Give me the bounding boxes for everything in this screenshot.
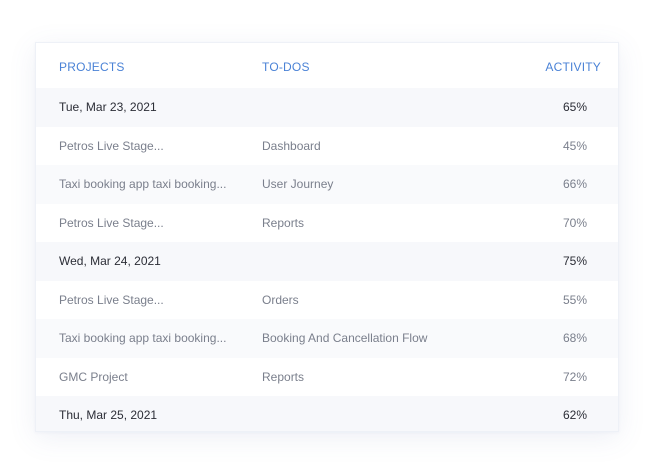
project-name: Taxi booking app taxi booking... [59, 331, 227, 346]
table-row[interactable]: Petros Live Stage... Dashboard 45% [36, 126, 618, 165]
activity-percent: 55% [562, 292, 587, 307]
project-name: Taxi booking app taxi booking... [59, 177, 227, 192]
project-name: GMC Project [59, 369, 128, 384]
column-header-activity[interactable]: ACTIVITY [545, 60, 601, 74]
table-row[interactable]: Petros Live Stage... Orders 55% [36, 280, 618, 319]
activity-percent: 62% [562, 408, 587, 423]
todo-name: User Journey [262, 177, 334, 192]
table-row[interactable]: Taxi booking app taxi booking... Booking … [36, 319, 618, 358]
activity-percent: 72% [562, 369, 587, 384]
date-label: Thu, Mar 25, 2021 [59, 408, 158, 423]
project-name: Petros Live Stage... [59, 292, 164, 307]
table-row[interactable]: GMC Project Reports 72% [36, 357, 618, 396]
todo-name: Orders [262, 292, 299, 307]
todo-name: Booking And Cancellation Flow [262, 331, 428, 346]
column-header-projects[interactable]: PROJECTS [59, 60, 125, 74]
table-row[interactable]: Taxi booking app taxi booking... User Jou… [36, 165, 618, 204]
activity-percent: 65% [562, 100, 587, 115]
todo-name: Reports [262, 215, 305, 230]
todo-name: Reports [262, 369, 305, 384]
todo-name: Dashboard [262, 138, 321, 153]
table-header: PROJECTS TO-DOS ACTIVITY [36, 43, 618, 88]
activity-percent: 66% [562, 177, 587, 192]
activity-table-card: PROJECTS TO-DOS ACTIVITY Tue, Mar 23, 20… [35, 42, 619, 432]
activity-percent: 75% [562, 254, 587, 269]
activity-percent: 70% [562, 215, 587, 230]
project-name: Petros Live Stage... [59, 215, 164, 230]
date-group-row[interactable]: Tue, Mar 23, 2021 65% [36, 88, 618, 127]
date-label: Wed, Mar 24, 2021 [59, 254, 161, 269]
date-group-row[interactable]: Thu, Mar 25, 2021 62% [36, 396, 618, 431]
activity-percent: 68% [562, 331, 587, 346]
activity-percent: 45% [562, 138, 587, 153]
project-name: Petros Live Stage... [59, 138, 164, 153]
table-row[interactable]: Petros Live Stage... Reports 70% [36, 203, 618, 242]
table-body: Tue, Mar 23, 2021 65% Petros Live Stage...… [36, 88, 618, 431]
date-group-row[interactable]: Wed, Mar 24, 2021 75% [36, 242, 618, 281]
column-header-todos[interactable]: TO-DOS [262, 60, 310, 74]
date-label: Tue, Mar 23, 2021 [59, 100, 157, 115]
